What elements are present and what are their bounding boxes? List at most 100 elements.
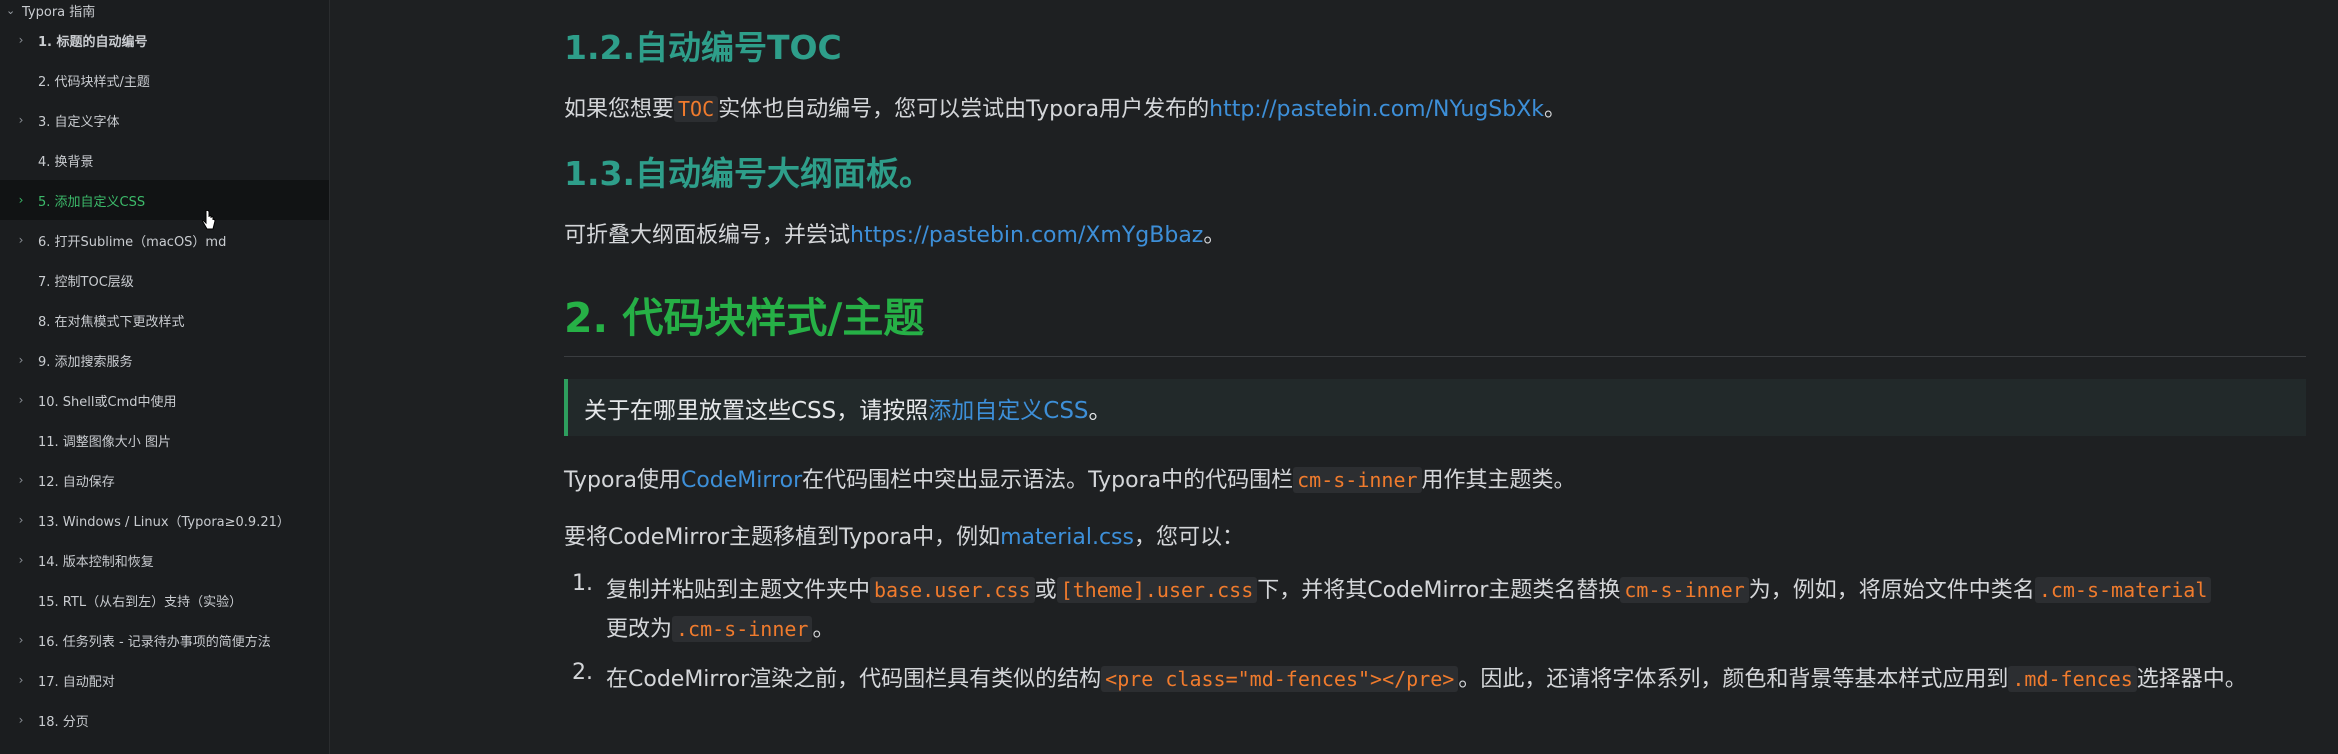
list-text: 复制并粘贴到主题文件夹中 base.user.css 或 [theme].user.c… xyxy=(606,571,2306,649)
outline-item[interactable]: › 1. 标题的自动编号 xyxy=(0,20,329,60)
inline-code: .md-fences xyxy=(2008,666,2137,692)
inline-code: <pre class="md-fences"></pre> xyxy=(1101,666,1459,692)
list-number: 1. xyxy=(572,571,593,596)
chevron-right-icon[interactable]: › xyxy=(0,713,38,727)
paragraph-1-2: 如果您想要 TOC 实体也自动编号，您可以尝试由Typora用户发布的http://… xyxy=(564,91,1566,123)
pastebin-link[interactable]: http://pastebin.com/NYugSbXk xyxy=(1209,97,1544,122)
outline-item-label: 17. 自动配对 xyxy=(38,674,115,690)
outline-root-label: Typora 指南 xyxy=(22,4,96,20)
heading-1-3: 1.3.自动编号大纲面板。 xyxy=(564,154,932,193)
chevron-right-icon[interactable]: › xyxy=(0,233,38,247)
typora-window: ⌄ Typora 指南 › 1. 标题的自动编号 2. 代码块样式/主题 › 3. 自定… xyxy=(0,0,2338,754)
outline-item-label: 11. 调整图像大小 图片 xyxy=(38,434,171,450)
outline-item-label: 8. 在对焦模式下更改样式 xyxy=(38,314,185,330)
list-number: 2. xyxy=(572,660,593,685)
outline-item-label: 12. 自动保存 xyxy=(38,474,115,490)
outline-item-label: 3. 自定义字体 xyxy=(38,114,120,130)
text: 用作其主题类。 xyxy=(1421,468,1576,493)
custom-css-link[interactable]: 添加自定义CSS xyxy=(928,391,1088,425)
text: 。 xyxy=(1203,223,1226,248)
chevron-right-icon[interactable]: › xyxy=(0,393,38,407)
chevron-right-icon[interactable]: › xyxy=(0,353,38,367)
outline-item-label: 10. Shell或Cmd中使用 xyxy=(38,394,177,410)
outline-item-label: 13. Windows / Linux（Typora≥0.9.21） xyxy=(38,514,290,530)
chevron-right-icon[interactable]: › xyxy=(0,113,38,127)
inline-code: cm-s-inner xyxy=(1620,577,1749,603)
blockquote: 关于在哪里放置这些CSS，请按照 添加自定义CSS。 xyxy=(564,379,2306,436)
outline-item-label: 2. 代码块样式/主题 xyxy=(38,74,150,90)
outline-item[interactable]: 15. RTL（从右到左）支持（实验） xyxy=(0,580,329,620)
text: 选择器中。 xyxy=(2136,667,2247,692)
paragraph-port: 要将CodeMirror主题移植到Typora中，例如material.css，… xyxy=(564,519,1244,551)
text: 在代码围栏中突出显示语法。Typora中的代码围栏 xyxy=(802,468,1294,493)
editor-area: 1.2.自动编号TOC 如果您想要 TOC 实体也自动编号，您可以尝试由Typora… xyxy=(331,0,2338,754)
text: 。 xyxy=(812,617,835,642)
outline-item[interactable]: › 17. 自动配对 xyxy=(0,660,329,700)
text: 可折叠大纲面板编号，并尝试 xyxy=(564,223,851,248)
list-item: 2. 在CodeMirror渲染之前，代码围栏具有类似的结构 <pre class… xyxy=(564,660,2306,699)
outline-root[interactable]: ⌄ Typora 指南 xyxy=(0,0,329,20)
text: Typora使用 xyxy=(564,468,681,493)
chevron-right-icon[interactable]: › xyxy=(0,473,38,487)
outline-item[interactable]: 7. 控制TOC层级 xyxy=(0,260,329,300)
inline-code: [theme].user.css xyxy=(1056,577,1258,603)
heading-1-2: 1.2.自动编号TOC xyxy=(564,28,842,67)
inline-code: .cm-s-material xyxy=(2034,577,2212,603)
chevron-right-icon[interactable]: › xyxy=(0,193,38,207)
list-item: 1. 复制并粘贴到主题文件夹中 base.user.css 或 [theme].use… xyxy=(564,571,2306,649)
outline-item-label: 1. 标题的自动编号 xyxy=(38,34,148,50)
outline-item[interactable]: › 16. 任务列表 - 记录待办事项的简便方法 xyxy=(0,620,329,660)
text: 关于在哪里放置这些CSS，请按照 xyxy=(584,397,929,424)
list-text: 在CodeMirror渲染之前，代码围栏具有类似的结构 <pre class="m… xyxy=(606,660,2306,699)
outline-item-label: 7. 控制TOC层级 xyxy=(38,274,134,290)
outline-item[interactable]: › 10. Shell或Cmd中使用 xyxy=(0,380,329,420)
outline-item-label: 5. 添加自定义CSS xyxy=(38,194,146,210)
outline-item[interactable]: › 6. 打开Sublime（macOS）md xyxy=(0,220,329,260)
inline-code: cm-s-inner xyxy=(1293,467,1422,493)
text: 更改为 xyxy=(606,617,673,642)
text: 复制并粘贴到主题文件夹中 xyxy=(606,578,871,603)
inline-code: TOC xyxy=(674,96,719,122)
outline-item[interactable]: 8. 在对焦模式下更改样式 xyxy=(0,300,329,340)
outline-item-label: 6. 打开Sublime（macOS）md xyxy=(38,234,227,250)
text: 实体也自动编号，您可以尝试由Typora用户发布的 xyxy=(718,97,1210,122)
chevron-right-icon[interactable]: › xyxy=(0,33,38,47)
text: 或 xyxy=(1034,578,1057,603)
text: ，您可以： xyxy=(1133,525,1244,550)
outline-item[interactable]: › 13. Windows / Linux（Typora≥0.9.21） xyxy=(0,500,329,540)
inline-code: base.user.css xyxy=(870,577,1035,603)
outline-item-label: 14. 版本控制和恢复 xyxy=(38,554,154,570)
outline-item[interactable]: › 12. 自动保存 xyxy=(0,460,329,500)
chevron-right-icon[interactable]: › xyxy=(0,673,38,687)
outline-item[interactable]: › 14. 版本控制和恢复 xyxy=(0,540,329,580)
codemirror-link[interactable]: CodeMirror xyxy=(681,468,802,493)
outline-item-label: 9. 添加搜索服务 xyxy=(38,354,133,370)
paragraph-1-3: 可折叠大纲面板编号，并尝试https://pastebin.com/XmYgBb… xyxy=(564,217,1225,249)
outline-item-label: 15. RTL（从右到左）支持（实验） xyxy=(38,594,243,610)
pastebin-link[interactable]: https://pastebin.com/XmYgBbaz xyxy=(850,223,1203,248)
outline-list: › 1. 标题的自动编号 2. 代码块样式/主题 › 3. 自定义字体 4. 换背景 › 5.… xyxy=(0,20,329,740)
mouse-pointer-icon xyxy=(202,210,216,230)
outline-item[interactable]: 4. 换背景 xyxy=(0,140,329,180)
chevron-right-icon[interactable]: › xyxy=(0,553,38,567)
chevron-right-icon[interactable]: › xyxy=(0,633,38,647)
chevron-down-icon[interactable]: ⌄ xyxy=(6,4,22,17)
outline-item[interactable]: › 5. 添加自定义CSS xyxy=(0,180,329,220)
text: 。 xyxy=(1088,397,1112,424)
outline-item[interactable]: › 9. 添加搜索服务 xyxy=(0,340,329,380)
text: 如果您想要 xyxy=(564,97,675,122)
paragraph-codemirror: Typora使用CodeMirror在代码围栏中突出显示语法。Typora中的代… xyxy=(564,462,1576,494)
outline-sidebar: ⌄ Typora 指南 › 1. 标题的自动编号 2. 代码块样式/主题 › 3. 自定… xyxy=(0,0,330,754)
outline-item[interactable]: 11. 调整图像大小 图片 xyxy=(0,420,329,460)
heading-2: 2. 代码块样式/主题 xyxy=(564,294,925,342)
outline-item[interactable]: › 3. 自定义字体 xyxy=(0,100,329,140)
inline-code: .cm-s-inner xyxy=(672,616,813,642)
outline-item[interactable]: › 18. 分页 xyxy=(0,700,329,740)
outline-item[interactable]: 2. 代码块样式/主题 xyxy=(0,60,329,100)
material-css-link[interactable]: material.css xyxy=(1000,525,1134,550)
text: 在CodeMirror渲染之前，代码围栏具有类似的结构 xyxy=(606,667,1102,692)
text: 为，例如，将原始文件中类名 xyxy=(1748,578,2035,603)
outline-item-label: 16. 任务列表 - 记录待办事项的简便方法 xyxy=(38,634,271,650)
outline-item-label: 18. 分页 xyxy=(38,714,89,730)
chevron-right-icon[interactable]: › xyxy=(0,513,38,527)
